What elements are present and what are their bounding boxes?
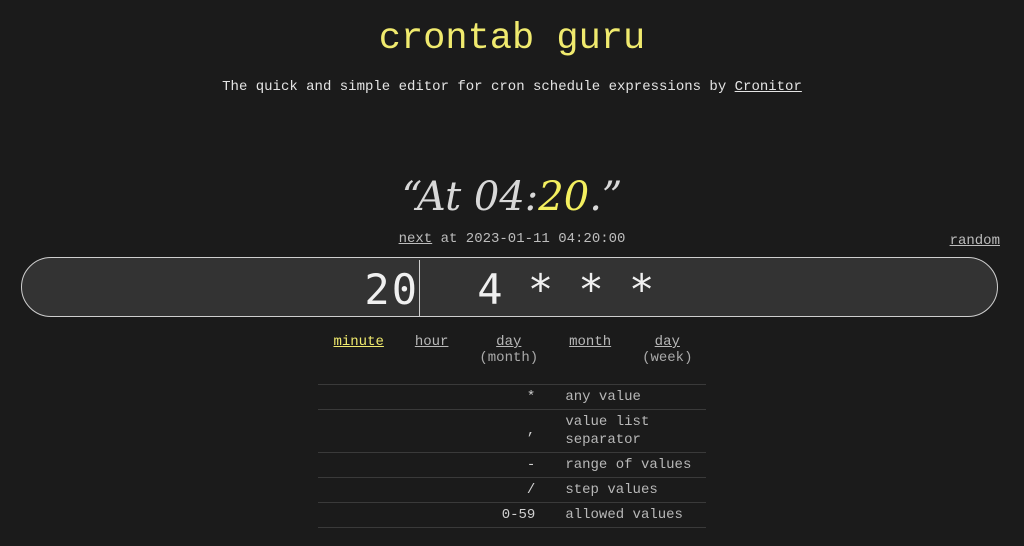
table-row: - range of values	[318, 452, 706, 478]
part-label[interactable]: day	[496, 334, 521, 350]
part-hour[interactable]: hour	[415, 334, 449, 366]
site-subtitle: The quick and simple editor for cron sch…	[0, 79, 1024, 95]
legend-desc: step values	[565, 477, 706, 503]
random-button[interactable]: random	[950, 233, 1000, 249]
table-row: , value list separator	[318, 409, 706, 453]
expression-minute[interactable]: 20	[364, 265, 419, 314]
table-row: * any value	[318, 384, 706, 410]
description-prefix: At 04:	[416, 174, 539, 220]
description-highlight: 20	[538, 174, 590, 220]
legend-desc: any value	[565, 384, 706, 410]
table-row: / step values	[318, 477, 706, 503]
table-row: 0-59 allowed values	[318, 502, 706, 528]
next-run-time: at 2023-01-11 04:20:00	[432, 231, 626, 247]
syntax-legend: * any value , value list separator - range …	[318, 384, 706, 528]
part-label[interactable]: minute	[333, 334, 383, 350]
field-labels: minute hour day (month) month day (week)	[318, 334, 708, 366]
part-sublabel: (week)	[642, 350, 693, 366]
cronitor-link[interactable]: Cronitor	[735, 79, 802, 95]
human-readable-description: “At 04:20.”	[0, 174, 1024, 220]
expression-rest[interactable]: 4 * * *	[452, 265, 654, 314]
legend-symbol: -	[318, 452, 566, 478]
part-label[interactable]: month	[569, 334, 611, 350]
subtitle-text: The quick and simple editor for cron sch…	[222, 79, 727, 95]
part-minute[interactable]: minute	[333, 334, 383, 366]
part-label[interactable]: day	[655, 334, 680, 350]
legend-symbol: *	[318, 384, 566, 410]
part-day-month[interactable]: day (month)	[479, 334, 538, 366]
part-day-week[interactable]: day (week)	[642, 334, 692, 366]
legend-desc: allowed values	[565, 502, 706, 528]
part-label[interactable]: hour	[415, 334, 449, 350]
close-quote: ”	[601, 174, 623, 220]
open-quote: “	[401, 174, 417, 220]
next-link[interactable]: next	[399, 231, 433, 247]
legend-desc: value list separator	[565, 409, 706, 453]
site-title: crontab guru	[378, 18, 646, 60]
part-sublabel: (month)	[479, 350, 539, 366]
legend-desc: range of values	[565, 452, 706, 478]
description-suffix: .	[589, 174, 602, 220]
part-month[interactable]: month	[569, 334, 611, 366]
legend-symbol: 0-59	[318, 502, 566, 528]
next-run: next at 2023-01-11 04:20:00	[0, 231, 1024, 247]
text-caret	[419, 260, 420, 316]
legend-symbol: /	[318, 477, 566, 503]
legend-symbol: ,	[318, 409, 566, 453]
